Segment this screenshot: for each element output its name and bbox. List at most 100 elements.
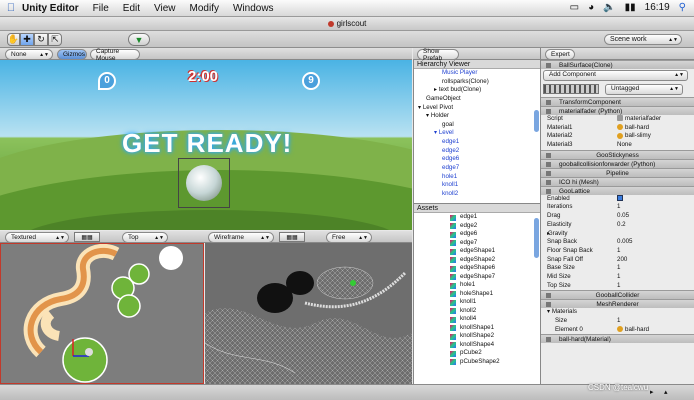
rotate-tool-button[interactable]: ↻ — [34, 33, 48, 46]
right-render-mode-dropdown[interactable]: Wireframe ▲▼ — [208, 232, 274, 243]
size-field[interactable]: 1 — [617, 317, 620, 326]
hierarchy-item[interactable]: GameObject — [414, 95, 540, 104]
pipeline-header[interactable]: Pipeline — [541, 167, 694, 177]
goolattice-header[interactable]: GooLattice — [541, 185, 694, 195]
lattice-field-value[interactable]: 0.05 — [617, 212, 629, 221]
asset-item[interactable]: edge1 — [414, 213, 540, 222]
hierarchy-item[interactable]: ▸ text bud(Clone) — [414, 86, 540, 95]
capture-mouse-button[interactable]: Capture Mouse — [90, 48, 140, 62]
menu-windows[interactable]: Windows — [233, 3, 274, 14]
menu-file[interactable]: File — [93, 3, 109, 14]
add-component-dropdown[interactable]: Add Component ▲▼ — [543, 70, 688, 81]
hierarchy-item[interactable]: knoll2 — [414, 190, 540, 199]
asset-item[interactable]: pCube2 — [414, 349, 540, 358]
apple-icon[interactable]:  — [0, 2, 22, 14]
hand-tool-button[interactable]: ✋ — [7, 33, 20, 46]
asset-item[interactable]: knoll2 — [414, 307, 540, 316]
layer-swatches[interactable] — [543, 84, 599, 94]
aspect-dropdown[interactable]: None ▲▼ — [5, 49, 53, 60]
material1-field[interactable]: ball-hard — [617, 124, 649, 133]
scroll-icon[interactable]: ▴ — [664, 388, 668, 396]
asset-item[interactable]: knoll1 — [414, 298, 540, 307]
left-grid-toggle[interactable]: ▦▦ — [74, 232, 100, 242]
scroll-right-icon[interactable]: ▸ — [650, 388, 654, 396]
asset-item[interactable]: edge2 — [414, 222, 540, 231]
lattice-field-value[interactable]: 0.005 — [617, 238, 632, 247]
enabled-checkbox[interactable] — [617, 194, 623, 201]
materialfader-header[interactable]: materialfader (Python) — [541, 106, 694, 115]
hierarchy-item[interactable]: goal — [414, 121, 540, 130]
assets-scrollbar[interactable] — [534, 218, 539, 258]
volume-icon[interactable]: 🔈 — [603, 2, 615, 13]
scene-view-top[interactable] — [0, 243, 204, 384]
ballhard-material-header[interactable]: ball-hard(Material) — [541, 334, 694, 344]
asset-item[interactable]: edgeShape2 — [414, 256, 540, 265]
lattice-field-value[interactable]: 1 — [617, 203, 620, 212]
app-menu[interactable]: Unity Editor — [22, 3, 79, 14]
hierarchy-item[interactable]: edge2 — [414, 147, 540, 156]
hierarchy-item[interactable]: Music Player — [414, 69, 540, 78]
wifi-icon[interactable]: ◕ — [588, 2, 594, 13]
spotlight-icon[interactable]: ⚲ — [679, 2, 686, 13]
hierarchy-item[interactable]: rollsparks(Clone) — [414, 78, 540, 87]
lattice-field-value[interactable]: 1 — [617, 282, 620, 291]
asset-item[interactable]: pCubeShape2 — [414, 358, 540, 367]
lattice-field-value[interactable]: 1 — [617, 264, 620, 273]
goostickyness-header[interactable]: GooStickyness — [541, 149, 694, 159]
forwarder-header[interactable]: gooballcollisionforwarder (Python) — [541, 158, 694, 168]
asset-item[interactable]: knollShape4 — [414, 341, 540, 350]
asset-item[interactable]: knollShape1 — [414, 324, 540, 333]
menu-view[interactable]: View — [154, 3, 176, 14]
asset-item[interactable]: edgeShape7 — [414, 273, 540, 282]
game-view[interactable]: 0 2:00 9 GET READY! — [0, 60, 412, 230]
tag-dropdown[interactable]: Untagged ▲▼ — [605, 84, 683, 95]
left-render-mode-dropdown[interactable]: Textured ▲▼ — [5, 232, 69, 243]
goo-ball[interactable] — [186, 165, 222, 201]
gizmos-button[interactable]: Gizmos — [57, 49, 87, 60]
hierarchy-item[interactable]: ▾ Level Pivot — [414, 104, 540, 113]
play-button[interactable]: ▼ — [128, 33, 150, 46]
hierarchy-item[interactable]: ▾ Holder — [414, 112, 540, 121]
right-view-dropdown[interactable]: Free ▲▼ — [326, 232, 372, 243]
hierarchy-item[interactable]: knoll1 — [414, 181, 540, 190]
lattice-field-value[interactable]: 1 — [617, 247, 620, 256]
material3-field[interactable]: None — [617, 141, 632, 150]
asset-item[interactable]: hole1 — [414, 281, 540, 290]
display-icon[interactable]: ▭ — [570, 2, 579, 13]
lattice-field-value[interactable]: 1 — [617, 273, 620, 282]
asset-item[interactable]: edge6 — [414, 230, 540, 239]
asset-item[interactable]: edgeShape6 — [414, 264, 540, 273]
hierarchy-item[interactable]: hole1 — [414, 173, 540, 182]
asset-item[interactable]: knoll4 — [414, 315, 540, 324]
show-prefab-button[interactable]: Show Prefab — [417, 48, 459, 62]
hierarchy-item[interactable]: edge1 — [414, 138, 540, 147]
asset-item[interactable]: edgeShape1 — [414, 247, 540, 256]
hierarchy-item[interactable]: edge6 — [414, 155, 540, 164]
asset-item[interactable]: holeShape1 — [414, 290, 540, 299]
scene-view-free[interactable] — [205, 243, 412, 384]
hierarchy-item[interactable]: edge7 — [414, 164, 540, 173]
menu-edit[interactable]: Edit — [123, 3, 140, 14]
material2-field[interactable]: ball-slimy — [617, 132, 651, 141]
expert-button[interactable]: Expert — [545, 49, 575, 60]
ico-mesh-header[interactable]: ICO hi (Mesh) — [541, 176, 694, 186]
transform-header[interactable]: TransformComponent — [541, 97, 694, 106]
lattice-field-value[interactable]: 0.2 — [617, 221, 626, 230]
menu-modify[interactable]: Modify — [190, 3, 219, 14]
layout-dropdown[interactable]: Scene work ▲▼ — [604, 34, 682, 45]
materials-row[interactable]: ▾ Materials — [541, 308, 694, 317]
battery-icon[interactable]: ▮▮ — [625, 2, 636, 13]
left-view-dropdown[interactable]: Top ▲▼ — [122, 232, 168, 243]
move-tool-button[interactable]: ✚ — [20, 33, 34, 46]
clock[interactable]: 16:19 — [645, 2, 670, 13]
hierarchy-item[interactable]: ▾ Level — [414, 129, 540, 138]
lattice-field-value[interactable]: 200 — [617, 256, 627, 265]
hierarchy-scrollbar[interactable] — [534, 110, 539, 132]
asset-item[interactable]: knollShape2 — [414, 332, 540, 341]
script-field[interactable]: materialfader — [617, 115, 661, 124]
gooball-collider-header[interactable]: GooballCollider — [541, 290, 694, 300]
asset-item[interactable]: edge7 — [414, 239, 540, 248]
right-grid-toggle[interactable]: ▦▦ — [279, 232, 305, 242]
element0-field[interactable]: ball-hard — [617, 326, 649, 335]
mesh-renderer-header[interactable]: MeshRenderer — [541, 299, 694, 309]
